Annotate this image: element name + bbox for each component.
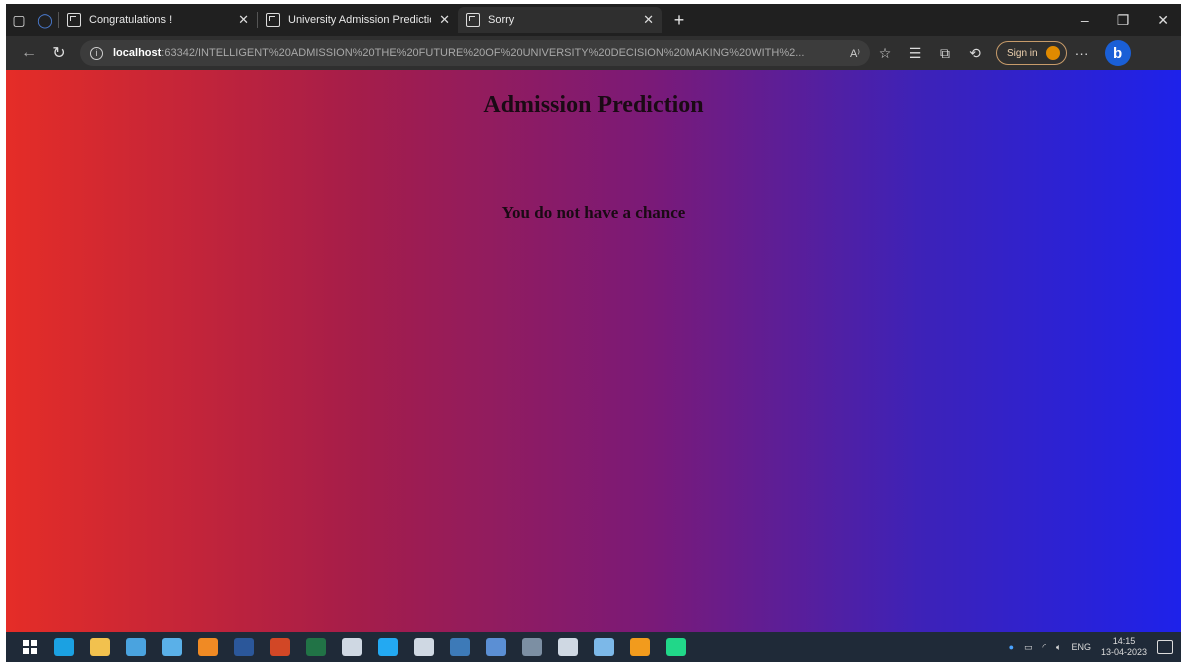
python-installer-icon[interactable] bbox=[450, 638, 470, 656]
new-tab-icon[interactable]: + bbox=[668, 10, 690, 31]
tab-close-icon[interactable]: ✕ bbox=[643, 12, 654, 28]
file-explorer-icon[interactable] bbox=[90, 638, 110, 656]
tab-label: Sorry bbox=[488, 14, 515, 26]
tab-close-icon[interactable]: ✕ bbox=[238, 12, 249, 28]
url-host: localhost bbox=[113, 47, 162, 59]
pycharm-icon[interactable] bbox=[666, 638, 686, 656]
clock[interactable]: 14:15 13-04-2023 bbox=[1101, 636, 1147, 658]
clock-date: 13-04-2023 bbox=[1100, 647, 1147, 657]
workspaces-icon[interactable]: ◯ bbox=[32, 7, 58, 33]
url-path: :63342/INTELLIGENT%20ADMISSION%20THE%20F… bbox=[161, 47, 805, 59]
address-bar[interactable]: i localhost :63342/INTELLIGENT%20ADMISSI… bbox=[80, 40, 870, 66]
anaconda-icon[interactable] bbox=[522, 638, 542, 656]
settings-icon[interactable] bbox=[342, 638, 362, 656]
wifi-icon[interactable]: ◜ bbox=[1043, 642, 1047, 653]
taskbar: ● ▭ ◜ 🔈︎ ENG 14:15 13-04-2023 bbox=[6, 632, 1181, 662]
tab-label: University Admission Prediction bbox=[288, 14, 432, 26]
tab-congratulations[interactable]: Congratulations ! ✕ bbox=[59, 7, 257, 33]
language-indicator[interactable]: ENG bbox=[1071, 642, 1091, 652]
avatar bbox=[1043, 44, 1062, 62]
bing-chat-icon[interactable]: b bbox=[1104, 40, 1131, 66]
tab-strip: ▢ ◯ Congratulations ! ✕ University Admis… bbox=[6, 4, 1181, 36]
minimize-icon[interactable]: – bbox=[1081, 12, 1089, 29]
python-idle-icon[interactable] bbox=[486, 638, 506, 656]
system-tray: ● ▭ ◜ 🔈︎ ENG 14:15 13-04-2023 bbox=[1009, 636, 1181, 658]
pycharm-favicon-icon bbox=[266, 13, 280, 27]
powerpoint-icon[interactable] bbox=[270, 638, 290, 656]
back-arrow-icon[interactable]: ← bbox=[14, 44, 44, 62]
address-toolbar: ← ↻ i localhost :63342/INTELLIGENT%20ADM… bbox=[6, 36, 1181, 70]
tab-label: Congratulations ! bbox=[89, 14, 173, 26]
pycharm-favicon-icon bbox=[67, 13, 81, 27]
read-aloud-icon[interactable]: A⁾ bbox=[842, 47, 860, 60]
terminal-icon[interactable] bbox=[558, 638, 578, 656]
site-info-icon[interactable]: i bbox=[90, 46, 103, 60]
sign-in-label: Sign in bbox=[1007, 47, 1038, 59]
tab-university-admission-prediction[interactable]: University Admission Prediction ✕ bbox=[258, 7, 458, 33]
windows-start-icon[interactable] bbox=[22, 638, 38, 656]
volume-icon[interactable]: 🔈︎ bbox=[1056, 642, 1061, 653]
history-icon[interactable]: ⟲ bbox=[960, 45, 990, 62]
favorite-add-icon[interactable]: ☆ bbox=[870, 45, 900, 62]
microsoft-store-icon[interactable] bbox=[126, 638, 146, 656]
close-window-icon[interactable]: ✕ bbox=[1157, 12, 1169, 29]
word-icon[interactable] bbox=[234, 638, 254, 656]
pycharm-favicon-icon bbox=[466, 13, 480, 27]
package-icon[interactable] bbox=[414, 638, 434, 656]
more-options-icon[interactable]: ··· bbox=[1067, 45, 1097, 61]
page-content: Admission Prediction You do not have a c… bbox=[6, 70, 1181, 632]
favorites-icon[interactable]: ☰ bbox=[900, 45, 930, 62]
refresh-icon[interactable]: ↻ bbox=[44, 43, 74, 63]
page-title: Admission Prediction bbox=[483, 92, 704, 118]
mail-icon[interactable] bbox=[162, 638, 182, 656]
edge-icon[interactable] bbox=[54, 638, 74, 656]
vscode-icon[interactable] bbox=[378, 638, 398, 656]
tab-actions-icon[interactable]: ▢ bbox=[6, 7, 32, 33]
tab-close-icon[interactable]: ✕ bbox=[439, 12, 450, 28]
sublime-icon[interactable] bbox=[630, 638, 650, 656]
clock-time: 14:15 bbox=[1112, 636, 1136, 646]
excel-icon[interactable] bbox=[306, 638, 326, 656]
restore-icon[interactable]: ❐ bbox=[1117, 12, 1130, 29]
window-controls: – ❐ ✕ bbox=[1081, 12, 1181, 29]
battery-icon[interactable]: ▭ bbox=[1024, 642, 1033, 653]
vlc-icon[interactable] bbox=[198, 638, 218, 656]
sign-in-button[interactable]: Sign in bbox=[996, 41, 1067, 65]
bluetooth-icon[interactable]: ● bbox=[1009, 642, 1014, 652]
taskbar-apps bbox=[14, 638, 694, 656]
tab-sorry[interactable]: Sorry ✕ bbox=[458, 7, 662, 33]
notifications-icon[interactable] bbox=[1157, 640, 1173, 654]
notepad-icon[interactable] bbox=[594, 638, 614, 656]
browser-window: ▢ ◯ Congratulations ! ✕ University Admis… bbox=[6, 4, 1181, 662]
collections-icon[interactable]: ⧉ bbox=[930, 45, 960, 62]
prediction-result: You do not have a chance bbox=[501, 203, 686, 222]
